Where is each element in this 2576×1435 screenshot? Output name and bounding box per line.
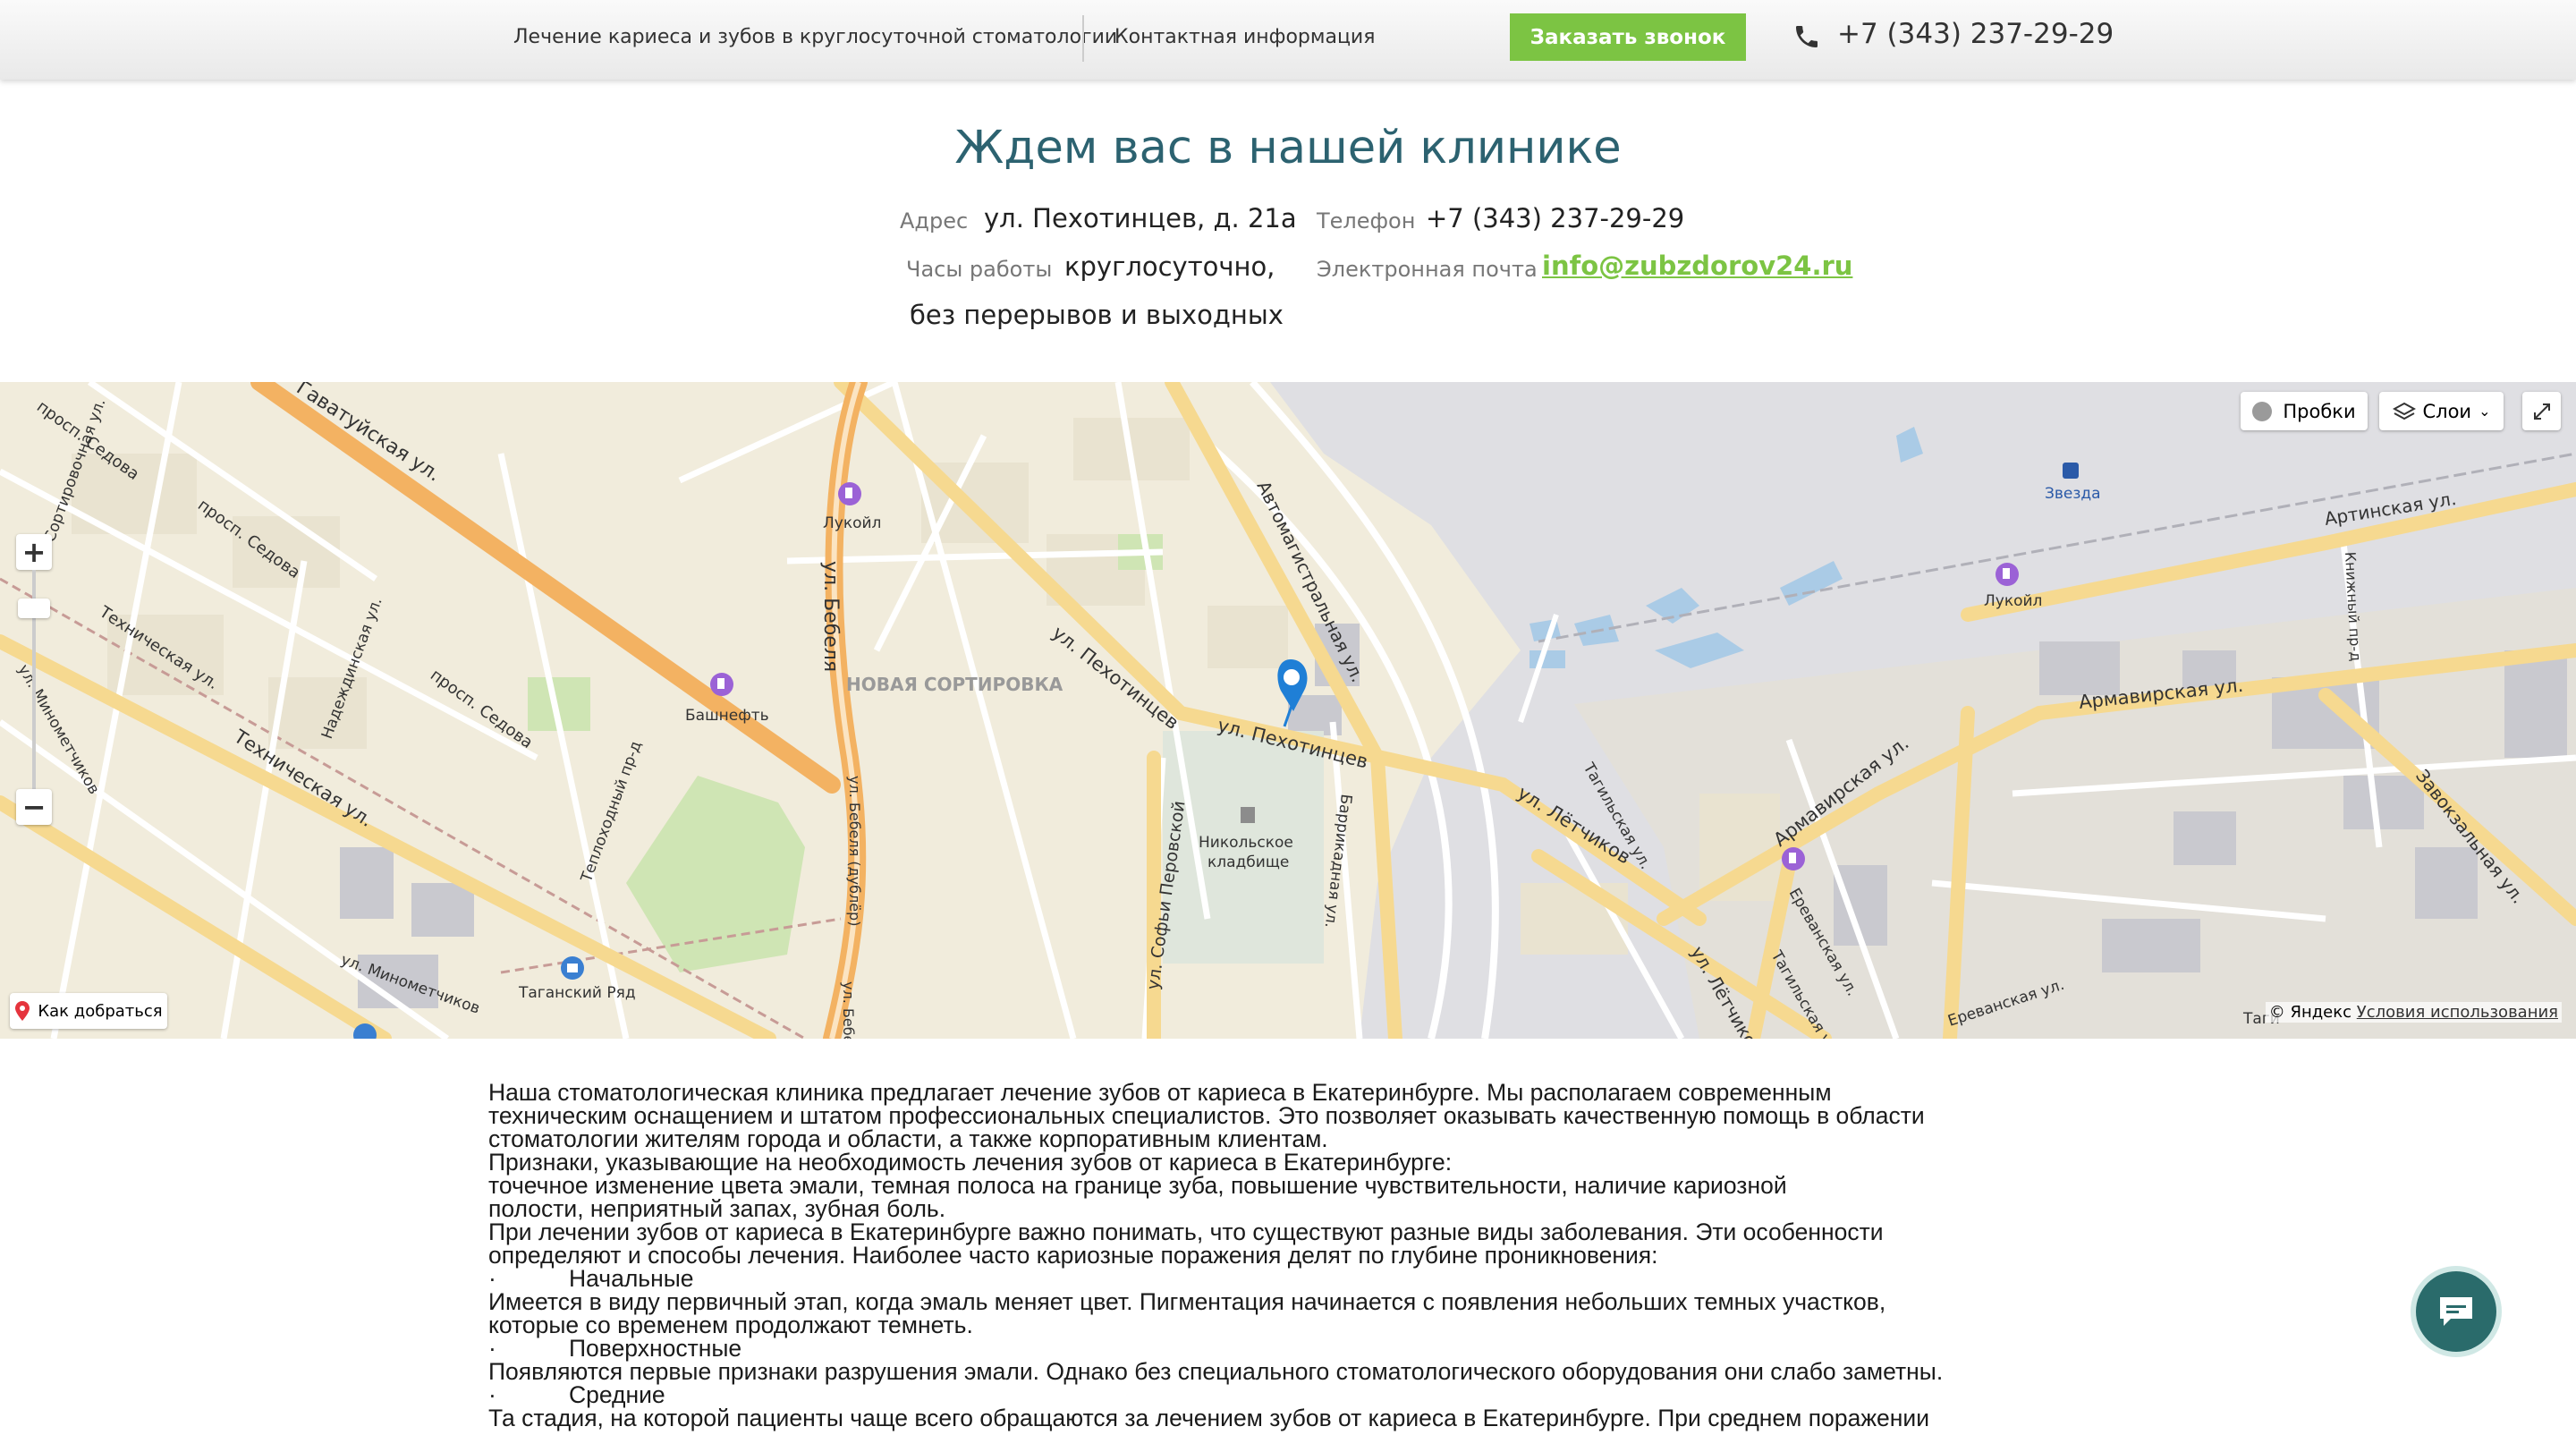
map-label: Башнефть xyxy=(685,707,769,725)
map-label: Лукойл xyxy=(823,514,881,532)
map-label: кладбище xyxy=(1208,853,1289,871)
traffic-button[interactable]: Пробки xyxy=(2241,392,2368,430)
phone-label: Телефон xyxy=(1317,208,1416,234)
paragraph-line: стоматологии жителям города и области, а… xyxy=(488,1125,1328,1152)
paragraph-line: техническим оснащением и штатом професси… xyxy=(488,1102,1925,1129)
expand-icon xyxy=(2533,403,2550,420)
map-copyright: © Яндекс Условия использования xyxy=(2265,1002,2562,1023)
map-canvas[interactable]: Гаватуйская ул. просп. Седова просп. Сед… xyxy=(0,382,2576,1039)
chat-icon xyxy=(2440,1297,2472,1326)
map-label: ул. Бебеля (дублёр) xyxy=(846,776,863,926)
route-button[interactable]: Как добраться xyxy=(10,993,167,1029)
map-pin-icon xyxy=(15,1001,30,1021)
hours-value-line2: без перерывов и выходных xyxy=(910,300,1284,330)
layers-button[interactable]: Слои ⌄ xyxy=(2379,392,2504,430)
phone-icon xyxy=(1796,26,1818,47)
copyright-text: © Яндекс xyxy=(2268,1003,2352,1022)
layers-icon xyxy=(2392,402,2416,420)
zoom-in-button[interactable]: + xyxy=(16,534,52,570)
plus-icon: + xyxy=(21,535,47,569)
list-item: · Начальные xyxy=(488,1265,2098,1292)
paragraph-line: определяют и способы лечения. Наиболее ч… xyxy=(488,1242,1658,1269)
minus-icon: − xyxy=(21,790,47,824)
chevron-down-icon: ⌄ xyxy=(2479,403,2491,420)
paragraph-line: Имеется в виду первичный этап, когда эма… xyxy=(488,1288,1886,1315)
article-text: Наша стоматологическая клиника предлагае… xyxy=(488,1079,2098,1431)
yandex-map[interactable]: Гаватуйская ул. просп. Седова просп. Сед… xyxy=(0,382,2576,1039)
zoom-out-button[interactable]: − xyxy=(16,789,52,825)
hours-label: Часы работы xyxy=(906,257,1053,282)
page-title: Ждем вас в нашей клинике xyxy=(954,122,1622,174)
nav-link-contacts[interactable]: Контактная информация xyxy=(1114,26,1375,48)
zoom-slider-handle[interactable] xyxy=(18,599,50,618)
map-label: ул. Бебеля xyxy=(840,981,857,1039)
traffic-icon xyxy=(2252,401,2273,421)
map-label: Гаватуйская ул. xyxy=(292,382,445,487)
paragraph-line: Появляются первые признаки разрушения эм… xyxy=(488,1358,1944,1385)
zoom-control: + − xyxy=(16,534,52,829)
nav-link-treatment[interactable]: Лечение кариеса и зубов в круглосуточной… xyxy=(513,26,1117,48)
map-label: ул. Бебеля xyxy=(819,561,842,672)
map-label: Лукойл xyxy=(1984,592,2042,610)
callback-button[interactable]: Заказать звонок xyxy=(1510,13,1746,61)
paragraph-line: точечное изменение цвета эмали, темная п… xyxy=(488,1172,1787,1199)
top-nav-bar: Лечение кариеса и зубов в круглосуточной… xyxy=(0,0,2576,80)
address-value: ул. Пехотинцев, д. 21а xyxy=(984,203,1297,234)
map-label: Теплоходный пр-д xyxy=(578,739,646,886)
hours-value-line1: круглосуточно, xyxy=(1064,251,1275,282)
railway-station-icon xyxy=(2063,463,2079,479)
header-phone-link[interactable]: +7 (343) 237-29-29 xyxy=(1837,18,2114,50)
fullscreen-button[interactable] xyxy=(2522,392,2561,430)
email-label: Электронная почта xyxy=(1317,257,1538,282)
cemetery-icon xyxy=(1241,807,1255,823)
bullet: · xyxy=(488,1381,496,1408)
email-link[interactable]: info@zubzdorov24.ru xyxy=(1542,250,1852,281)
list-item: · Поверхностные xyxy=(488,1335,2098,1362)
paragraph-line: При лечении зубов от кариеса в Екатеринб… xyxy=(488,1218,1884,1245)
chat-widget-button[interactable] xyxy=(2416,1271,2496,1352)
paragraph-line: полости, неприятный запах, зубная боль. xyxy=(488,1195,946,1222)
map-label: Никольское xyxy=(1199,834,1293,852)
list-item: · Средние xyxy=(488,1381,2098,1408)
paragraph-line: Признаки, указывающие на необходимость л… xyxy=(488,1149,1453,1176)
route-label: Как добраться xyxy=(38,1001,163,1021)
address-label: Адрес xyxy=(900,208,969,234)
clinic-phone-link[interactable]: +7 (343) 237-29-29 xyxy=(1426,203,1684,234)
map-label: Звезда xyxy=(2045,485,2101,503)
paragraph-line: которые со временем продолжают темнеть. xyxy=(488,1312,973,1338)
bullet: · xyxy=(488,1265,496,1292)
paragraph-line: Та стадия, на которой пациенты чаще всег… xyxy=(488,1405,1930,1431)
terms-link[interactable]: Условия использования xyxy=(2357,1003,2558,1022)
map-label: НОВАЯ СОРТИРОВКА xyxy=(846,674,1063,695)
traffic-label: Пробки xyxy=(2283,400,2356,422)
layers-label: Слои xyxy=(2422,400,2472,422)
paragraph-line: Наша стоматологическая клиника предлагае… xyxy=(488,1079,1832,1106)
bullet: · xyxy=(488,1335,496,1362)
nav-divider xyxy=(1082,15,1084,62)
map-label: Таганский Ряд xyxy=(518,984,636,1002)
